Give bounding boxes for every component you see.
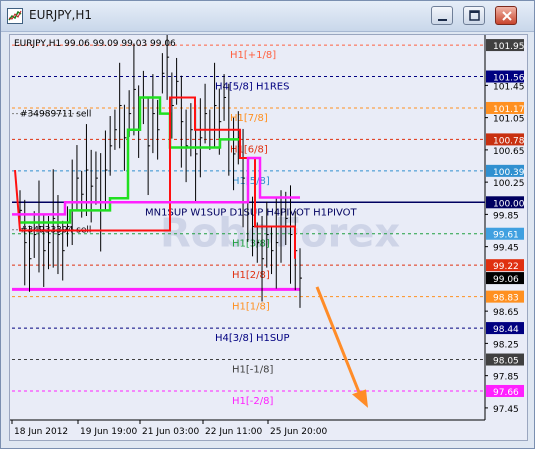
y-tick-label: 101.45 <box>493 82 525 92</box>
price-badge-label: 98.83 <box>493 294 519 304</box>
murrey-level-label: H1[7/8] <box>230 113 268 124</box>
maximize-button[interactable] <box>463 6 485 25</box>
x-tick-label: 22 Jun 11:00 <box>205 427 262 437</box>
price-badge-label: 100.00 <box>493 199 525 209</box>
price-badge-label: 101.56 <box>493 74 525 84</box>
window-title: EURJPY,H1 <box>29 8 93 22</box>
order-label: #34989711 sell <box>20 110 91 120</box>
y-tick-label: 99.45 <box>493 244 519 254</box>
price-badge-label: 100.78 <box>493 136 525 146</box>
price-badge-label: 101.17 <box>493 105 525 115</box>
murrey-level-label: H1[5/8] <box>232 176 270 187</box>
close-icon <box>502 11 512 21</box>
price-badge-label: 99.22 <box>493 262 519 272</box>
price-badge-label: 99.61 <box>493 231 519 241</box>
y-tick-label: 97.45 <box>493 405 519 415</box>
symbol-info-line: EURJPY,H1 99.06 99.09 99.03 99.06 <box>14 39 176 49</box>
x-tick-label: 19 Jun 19:00 <box>80 427 137 437</box>
price-badge-label: 98.44 <box>493 325 519 335</box>
price-badge-label: 97.66 <box>493 388 519 398</box>
y-tick-label: 99.85 <box>493 211 519 221</box>
murrey-level-label: H1[3/8] <box>232 239 270 250</box>
y-tick-label: 101.05 <box>493 115 525 125</box>
maximize-icon <box>469 10 480 21</box>
murrey-level-label: H1[2/8] <box>232 270 270 281</box>
price-badge-label: 100.39 <box>493 168 525 178</box>
price-badge-label: 98.05 <box>493 357 519 367</box>
current-price-label: 99.06 <box>493 275 519 285</box>
chart-window: EURJPY,H1 RoboForex 101.45 101.05 100.65 100… <box>0 0 535 449</box>
forecast-arrow-head <box>352 389 368 408</box>
murrey-level-label: H1[6/8] <box>230 144 268 155</box>
chart-window-icon <box>7 8 23 24</box>
y-tick-label: 98.25 <box>493 340 519 350</box>
murrey-level-label: H1[-2/8] <box>232 396 273 407</box>
murrey-level-label: H1[-1/8] <box>232 365 273 376</box>
murrey-level-label: H4[5/8] H1RES <box>215 82 289 93</box>
close-button[interactable] <box>495 6 517 25</box>
forecast-arrow-line <box>315 286 364 401</box>
x-tick-label: 18 Jun 2012 <box>14 427 68 437</box>
minimize-icon <box>438 19 447 21</box>
y-tick-label: 100.65 <box>493 147 525 157</box>
y-tick-label: 100.25 <box>493 179 525 189</box>
chart-area[interactable]: RoboForex 101.45 101.05 100.65 100.25 99.85 99… <box>9 14 528 441</box>
murrey-level-label: H1[1/8] <box>232 302 270 313</box>
x-tick-label: 21 Jun 03:00 <box>142 427 199 437</box>
price-chart[interactable]: RoboForex101.45101.05100.65100.2599.8599… <box>10 14 527 440</box>
y-tick-label: 97.85 <box>493 373 519 383</box>
y-tick-label: 98.65 <box>493 308 519 318</box>
price-badge-label: 101.95 <box>493 42 525 52</box>
minimize-button[interactable] <box>431 6 453 25</box>
window-titlebar[interactable]: EURJPY,H1 <box>1 1 534 32</box>
murrey-level-label: H4[3/8] H1SUP <box>215 333 290 344</box>
murrey-level-label: MN1SUP W1SUP D1SUP H4PIVOT H1PIVOT <box>145 207 357 218</box>
murrey-level-label: H1[+1/8] <box>230 50 276 61</box>
x-tick-label: 25 Jun 20:00 <box>270 427 327 437</box>
